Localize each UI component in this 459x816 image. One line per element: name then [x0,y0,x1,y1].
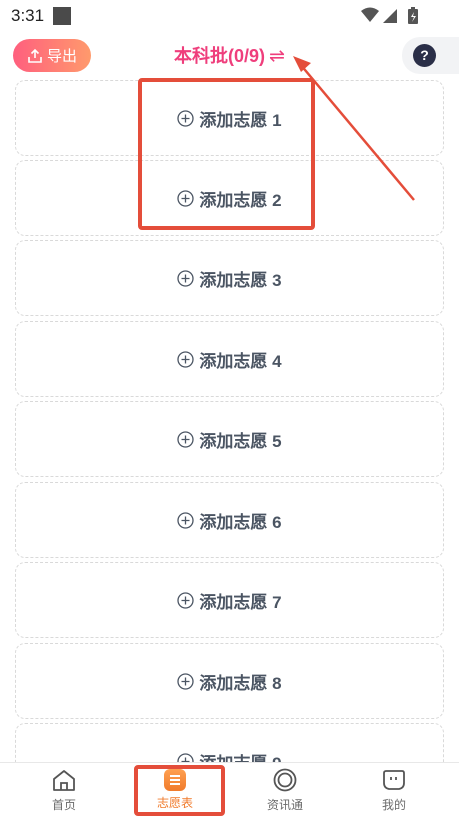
tab-label: 我的 [381,798,406,812]
slot-label: 添加志愿 9 [199,749,281,763]
plus-circle-icon [177,350,195,368]
tab-label: 志愿表 [156,796,193,810]
help-button[interactable]: ? [402,37,459,74]
slot-label: 添加志愿 6 [199,512,282,532]
add-slot-button[interactable]: 添加志愿 7 [15,562,444,638]
page-title: 本科批(0/9) [174,46,266,66]
add-slot-button[interactable]: 添加志愿 9 [15,723,444,762]
help-icon: ? [413,44,436,67]
tab-profile[interactable]: 我的 [354,763,434,816]
notification-icon [53,7,71,25]
plus-circle-icon [177,591,195,609]
slot-label: 添加志愿 2 [199,190,282,210]
plus-circle-icon [177,430,195,448]
slot-label: 添加志愿 1 [199,110,282,130]
add-slot-button[interactable]: 添加志愿 5 [15,401,444,477]
tab-label: 资讯通 [266,798,303,812]
slot-label: 添加志愿 8 [199,673,282,693]
add-slot-button[interactable]: 添加志愿 3 [15,240,444,316]
add-slot-button[interactable]: 添加志愿 1 [15,80,444,156]
plus-circle-icon [177,752,195,762]
status-time: 3:31 [11,6,45,25]
home-icon [53,770,75,791]
profile-icon [383,770,405,790]
plus-circle-icon [177,511,195,529]
slot-label: 添加志愿 7 [199,592,282,612]
plus-circle-icon [177,189,195,207]
slot-list: 添加志愿 1 添加志愿 2 添加志愿 3 添加志愿 4 添加志愿 5 添加志愿 … [15,80,444,762]
wifi-icon [361,7,379,22]
plus-circle-icon [177,672,195,690]
status-bar: 3:31 [0,0,459,32]
plus-circle-icon [177,109,195,127]
slot-label: 添加志愿 5 [199,431,282,451]
plus-circle-icon [177,269,195,287]
add-slot-button[interactable]: 添加志愿 2 [15,160,444,236]
list-icon [164,769,186,791]
add-slot-button[interactable]: 添加志愿 4 [15,321,444,397]
tab-wish-table[interactable]: 志愿表 [135,763,215,816]
add-slot-button[interactable]: 添加志愿 8 [15,643,444,719]
tab-news[interactable]: 资讯通 [245,763,325,816]
circle-icon [273,768,297,792]
slot-label: 添加志愿 3 [199,270,282,290]
header: 导出 本科批(0/9) ⇌ ? [0,32,459,80]
signal-icon [383,9,397,23]
system-status-icons [361,7,418,24]
tab-bar: 首页 志愿表 资讯通 我的 [0,762,459,816]
add-slot-button[interactable]: 添加志愿 6 [15,482,444,558]
tab-home[interactable]: 首页 [24,763,104,816]
slot-label: 添加志愿 4 [199,351,282,371]
tab-label: 首页 [51,798,76,812]
swap-icon[interactable]: ⇌ [269,46,285,67]
title-wrap[interactable]: 本科批(0/9) ⇌ [0,42,459,68]
